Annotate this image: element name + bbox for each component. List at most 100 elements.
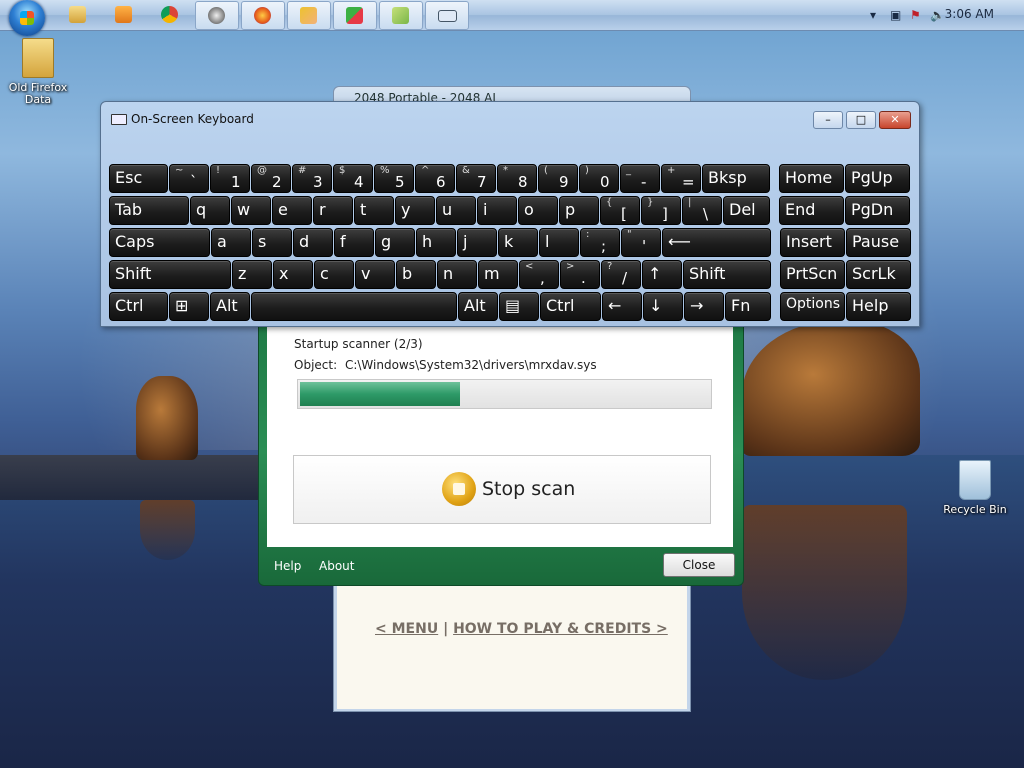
key-symbol-2-10[interactable]: :; (580, 228, 620, 257)
key-alt[interactable]: Alt (210, 292, 250, 321)
key-bksp[interactable]: Bksp (702, 164, 770, 193)
desktop-icon-old-firefox-data[interactable]: Old Firefox Data (6, 38, 70, 106)
key-p[interactable]: p (559, 196, 599, 225)
key-u[interactable]: u (436, 196, 476, 225)
key-n[interactable]: n (437, 260, 477, 289)
key-3[interactable]: #3 (292, 164, 332, 193)
key-shift[interactable]: Shift (683, 260, 771, 289)
key-symbol-0-13[interactable]: + = (661, 164, 701, 193)
key-alt[interactable]: Alt (458, 292, 498, 321)
key-4[interactable]: $4 (333, 164, 373, 193)
volume-icon[interactable]: 🔈 (930, 8, 945, 22)
menu-link[interactable]: < MENU (375, 621, 438, 637)
help-link[interactable]: Help (274, 559, 301, 573)
key-7[interactable]: & 7 (456, 164, 496, 193)
taskbar-app-button[interactable] (287, 1, 331, 30)
desktop-icon-recycle-bin[interactable]: Recycle Bin (942, 460, 1008, 516)
taskbar-media-player-button[interactable] (103, 1, 145, 28)
key-a[interactable]: a (211, 228, 251, 257)
key-symbol-0-1[interactable]: ~ ` (169, 164, 209, 193)
key-tab[interactable]: Tab (109, 196, 189, 225)
taskbar-tools-button[interactable] (379, 1, 423, 30)
key-caps[interactable]: Caps (109, 228, 210, 257)
taskbar-painter-button[interactable] (333, 1, 377, 30)
key-5[interactable]: % 5 (374, 164, 414, 193)
taskbar-firefox-button[interactable] (241, 1, 285, 30)
about-link[interactable]: About (319, 559, 354, 573)
key-q[interactable]: q (190, 196, 230, 225)
key-9[interactable]: (9 (538, 164, 578, 193)
key-h[interactable]: h (416, 228, 456, 257)
key-space[interactable] (251, 292, 457, 321)
key-6[interactable]: ^ 6 (415, 164, 455, 193)
key-symbol-2-11[interactable]: " ' (621, 228, 661, 257)
key-1[interactable]: ! 1 (210, 164, 250, 193)
taskbar-steam-button[interactable] (195, 1, 239, 30)
key-prtscn[interactable]: PrtScn (780, 260, 845, 289)
key-symbol-1-13[interactable]: | \ (682, 196, 722, 225)
taskbar-explorer-button[interactable] (57, 1, 99, 28)
key-symbol-2-12[interactable]: ⟵ (662, 228, 771, 257)
key-options[interactable]: Options (780, 292, 845, 321)
minimize-button[interactable]: – (813, 111, 843, 129)
key-symbol-1-12[interactable]: }] (641, 196, 681, 225)
key-help[interactable]: Help (846, 292, 911, 321)
maximize-button[interactable]: □ (846, 111, 876, 129)
key-y[interactable]: y (395, 196, 435, 225)
key-w[interactable]: w (231, 196, 271, 225)
key-symbol-4-1[interactable]: ⊞ (169, 292, 209, 321)
key-end[interactable]: End (779, 196, 844, 225)
key-symbol-4-9[interactable]: → (684, 292, 724, 321)
key-b[interactable]: b (396, 260, 436, 289)
key-t[interactable]: t (354, 196, 394, 225)
key-f[interactable]: f (334, 228, 374, 257)
action-center-icon[interactable]: ⚑ (910, 8, 921, 22)
how-to-play-link[interactable]: HOW TO PLAY & CREDITS > (453, 621, 668, 637)
key-symbol-4-8[interactable]: ↓ (643, 292, 683, 321)
key-x[interactable]: x (273, 260, 313, 289)
show-hidden-icons-icon[interactable]: ▾ (870, 8, 876, 22)
key-symbol-1-11[interactable]: {[ (600, 196, 640, 225)
stop-scan-button[interactable]: Stop scan (293, 455, 711, 524)
network-icon[interactable]: ▣ (890, 8, 901, 22)
key-s[interactable]: s (252, 228, 292, 257)
key-ctrl[interactable]: Ctrl (540, 292, 601, 321)
key-symbol-4-7[interactable]: ← (602, 292, 642, 321)
taskbar-chrome-button[interactable] (149, 1, 191, 28)
close-button[interactable]: Close (663, 553, 735, 577)
key-home[interactable]: Home (779, 164, 844, 193)
key-scrlk[interactable]: ScrLk (846, 260, 911, 289)
start-button[interactable] (9, 0, 45, 36)
key-esc[interactable]: Esc (109, 164, 168, 193)
clock[interactable]: 3:06 AM (945, 7, 994, 21)
key-0[interactable]: ) 0 (579, 164, 619, 193)
key-insert[interactable]: Insert (780, 228, 845, 257)
key-symbol-0-12[interactable]: _ - (620, 164, 660, 193)
key-symbol-3-9[interactable]: >. (560, 260, 600, 289)
key-i[interactable]: i (477, 196, 517, 225)
key-8[interactable]: * 8 (497, 164, 537, 193)
key-r[interactable]: r (313, 196, 353, 225)
key-pgdn[interactable]: PgDn (845, 196, 910, 225)
key-m[interactable]: m (478, 260, 518, 289)
key-j[interactable]: j (457, 228, 497, 257)
key-del[interactable]: Del (723, 196, 770, 225)
key-pgup[interactable]: PgUp (845, 164, 910, 193)
key-fn[interactable]: Fn (725, 292, 771, 321)
key-l[interactable]: l (539, 228, 579, 257)
key-shift[interactable]: Shift (109, 260, 231, 289)
key-symbol-3-10[interactable]: ? / (601, 260, 641, 289)
key-pause[interactable]: Pause (846, 228, 911, 257)
key-symbol-3-8[interactable]: <, (519, 260, 559, 289)
key-symbol-4-5[interactable]: ▤ (499, 292, 539, 321)
key-symbol-3-11[interactable]: ↑ (642, 260, 682, 289)
key-z[interactable]: z (232, 260, 272, 289)
key-k[interactable]: k (498, 228, 538, 257)
key-o[interactable]: o (518, 196, 558, 225)
key-g[interactable]: g (375, 228, 415, 257)
key-v[interactable]: v (355, 260, 395, 289)
close-button[interactable]: ✕ (879, 111, 911, 129)
key-ctrl[interactable]: Ctrl (109, 292, 168, 321)
key-2[interactable]: @2 (251, 164, 291, 193)
key-c[interactable]: c (314, 260, 354, 289)
